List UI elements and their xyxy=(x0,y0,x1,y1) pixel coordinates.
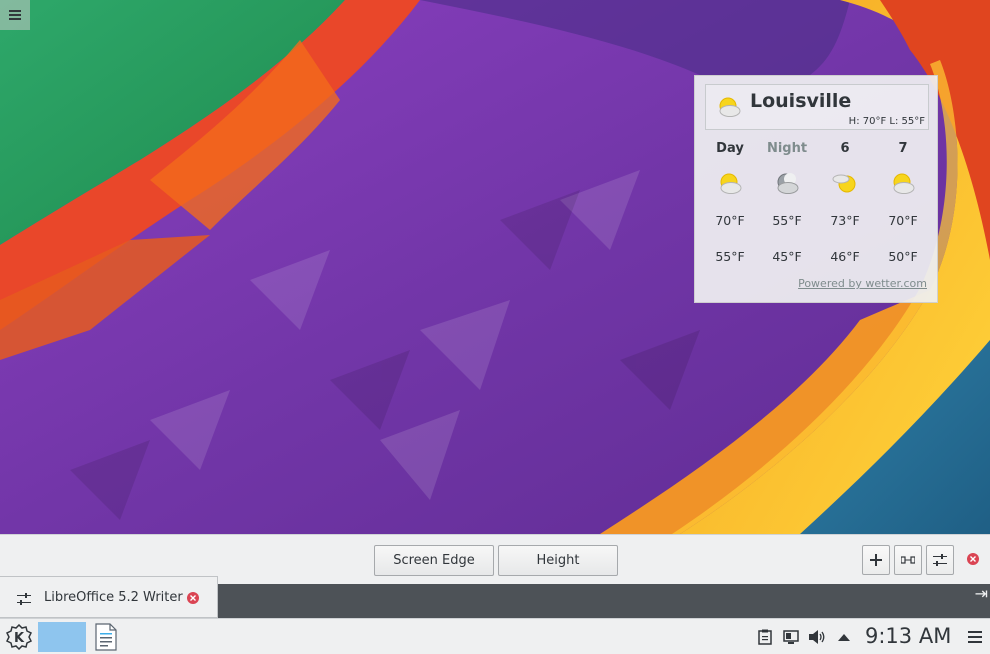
close-edit-mode-button[interactable] xyxy=(967,553,979,565)
forecast-high: 73°F xyxy=(830,213,860,228)
forecast-label-7: 7 xyxy=(898,141,908,156)
add-spacer-button[interactable] xyxy=(894,545,922,575)
partly-cloudy-day-icon xyxy=(716,94,742,124)
height-button[interactable]: Height xyxy=(498,545,618,576)
digital-clock[interactable]: 9:13 AM xyxy=(865,624,951,648)
forecast-label-night: Night xyxy=(766,141,808,156)
forecast-low: 46°F xyxy=(830,249,860,264)
weather-city: Louisville xyxy=(750,90,852,112)
remove-task-button[interactable] xyxy=(187,592,199,604)
kde-launcher-icon[interactable]: K xyxy=(4,622,34,652)
weather-widget: Louisville H: 70°F L: 55°F Day Night 6 7… xyxy=(694,75,938,303)
forecast-low: 55°F xyxy=(715,249,745,264)
clipboard-icon[interactable] xyxy=(756,628,774,646)
spacer-icon xyxy=(901,556,915,564)
panel-options-icon[interactable] xyxy=(967,628,983,646)
writer-document-icon xyxy=(95,623,117,651)
partly-cloudy-day-icon xyxy=(874,171,932,197)
hamburger-icon xyxy=(9,10,21,20)
partly-sunny-icon xyxy=(816,171,874,197)
forecast-low: 50°F xyxy=(888,249,918,264)
bottom-panel: K 9:13 AM xyxy=(0,618,990,654)
partly-cloudy-night-icon xyxy=(758,171,816,197)
arrow-right-icon[interactable]: ⇥ xyxy=(975,584,988,603)
desktop-toolbox-button[interactable] xyxy=(0,0,30,30)
settings-sliders-icon[interactable] xyxy=(17,590,31,609)
plus-icon xyxy=(870,554,882,566)
task-popup-label: LibreOffice 5.2 Writer xyxy=(44,590,183,605)
settings-sliders-icon xyxy=(933,554,947,566)
add-widgets-button[interactable] xyxy=(862,545,890,575)
partly-cloudy-day-icon xyxy=(701,171,759,197)
volume-icon[interactable] xyxy=(808,628,826,646)
svg-text:K: K xyxy=(14,631,25,646)
forecast-low: 45°F xyxy=(772,249,802,264)
network-icon[interactable] xyxy=(782,628,800,646)
forecast-label-day: Day xyxy=(716,141,744,156)
close-icon xyxy=(970,556,976,562)
weather-high-low: H: 70°F L: 55°F xyxy=(848,116,925,127)
forecast-high: 55°F xyxy=(772,213,802,228)
libreoffice-writer-task[interactable] xyxy=(91,621,121,653)
forecast-high: 70°F xyxy=(888,213,918,228)
more-settings-button[interactable] xyxy=(926,545,954,575)
weather-header: Louisville H: 70°F L: 55°F xyxy=(705,84,929,130)
forecast-label-6: 6 xyxy=(840,141,850,156)
powered-by-link[interactable]: Powered by wetter.com xyxy=(798,277,927,290)
task-config-popup: LibreOffice 5.2 Writer xyxy=(0,576,218,618)
virtual-desktop-pager[interactable] xyxy=(38,622,86,652)
forecast-high: 70°F xyxy=(715,213,745,228)
expand-tray-icon[interactable] xyxy=(835,628,853,646)
close-icon xyxy=(190,595,196,601)
screen-edge-button[interactable]: Screen Edge xyxy=(374,545,494,576)
